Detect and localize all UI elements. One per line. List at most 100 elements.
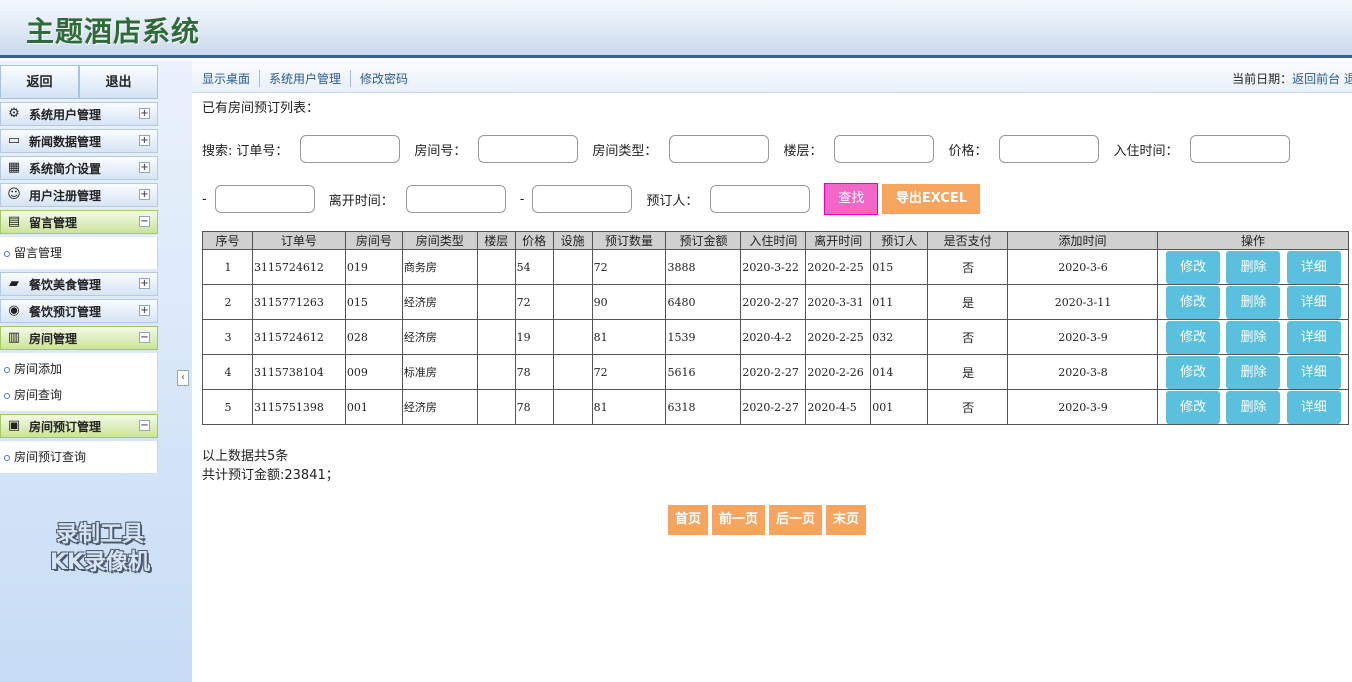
first-page-button[interactable]: 首页 (668, 505, 709, 535)
booker-label: 预订人： (646, 193, 699, 209)
checkin-end-input[interactable] (214, 185, 315, 213)
delete-button[interactable]: 删除 (1226, 250, 1281, 284)
room-type-input[interactable] (669, 135, 770, 163)
detail-button[interactable]: 详细 (1286, 285, 1341, 319)
nav-link-change-password[interactable]: 修改密码 (351, 70, 417, 87)
sidebar-menu-5[interactable]: ▰ 餐饮美食管理 + (0, 272, 158, 296)
table-cell: 015 (344, 284, 403, 320)
column-header: 预订金额 (665, 231, 742, 250)
sidebar-subitem[interactable]: 房间查询 (0, 382, 157, 408)
column-header: 预订人 (870, 231, 929, 250)
room-no-input[interactable] (478, 135, 579, 163)
back-button[interactable]: 返回 (0, 65, 79, 99)
table-cell: 4 (202, 354, 253, 390)
table-cell: 3115751398 (251, 389, 346, 425)
detail-button[interactable]: 详细 (1286, 250, 1341, 284)
collapse-icon[interactable]: − (139, 332, 150, 343)
logout-button[interactable]: 退出 (79, 65, 158, 99)
floor-input[interactable] (834, 135, 935, 163)
row-actions: 修改 删除 详细 (1156, 354, 1350, 390)
table-cell (476, 389, 516, 425)
table-cell: 2020-2-25 (805, 319, 872, 355)
collapse-icon[interactable]: − (139, 216, 150, 227)
expand-icon[interactable]: + (139, 189, 150, 200)
export-excel-button[interactable]: 导出EXCEL (882, 184, 981, 214)
edit-button[interactable]: 修改 (1166, 390, 1221, 424)
search-prefix-label: 搜索: (202, 143, 233, 159)
collapse-icon[interactable]: − (139, 420, 150, 431)
sidebar-menu-2[interactable]: ▦ 系统简介设置 + (0, 156, 158, 180)
edit-button[interactable]: 修改 (1166, 355, 1221, 389)
expand-icon[interactable]: + (139, 162, 150, 173)
sidebar-menu-6[interactable]: ◉ 餐饮预订管理 + (0, 299, 158, 323)
sidebar-menu-label: 用户注册管理 (29, 188, 102, 203)
sidebar-menu-4[interactable]: ▤ 留言管理 − (0, 210, 158, 234)
checkout-start-input[interactable] (405, 185, 506, 213)
price-input[interactable] (999, 135, 1100, 163)
find-button[interactable]: 查找 (824, 183, 879, 215)
search-row-2: - 离开时间： - 预订人： 查找 导出EXCEL (202, 183, 981, 215)
table-cell: 1539 (665, 319, 742, 355)
sidebar-menu-7[interactable]: ▥ 房间管理 − (0, 326, 158, 350)
app-title: 主题酒店系统 (26, 15, 201, 48)
sidebar-subitem[interactable]: 房间预订查询 (0, 444, 157, 470)
folder-icon: ▰ (9, 276, 19, 291)
sidebar-menu-8[interactable]: ▣ 房间预订管理 − (0, 414, 158, 438)
edit-button[interactable]: 修改 (1166, 285, 1221, 319)
collapse-sidebar-icon[interactable]: ‹ (177, 370, 189, 386)
expand-icon[interactable]: + (139, 278, 150, 289)
table-cell: 028 (344, 319, 403, 355)
delete-button[interactable]: 删除 (1226, 355, 1281, 389)
checkin-label: 入住时间： (1113, 143, 1179, 159)
prev-page-button[interactable]: 前一页 (712, 505, 766, 535)
nav-link-user-admin[interactable]: 系统用户管理 (260, 70, 352, 87)
booker-input[interactable] (710, 185, 811, 213)
sidebar-menu-0[interactable]: ⚙ 系统用户管理 + (0, 102, 158, 126)
column-header: 楼层 (476, 231, 516, 250)
edit-button[interactable]: 修改 (1166, 320, 1221, 354)
table-cell (552, 389, 593, 425)
list-title: 已有房间预订列表： (202, 101, 320, 116)
expand-icon[interactable]: + (139, 135, 150, 146)
table-cell: 2 (202, 284, 253, 320)
delete-button[interactable]: 删除 (1226, 390, 1281, 424)
table-cell: 5616 (665, 354, 742, 390)
table-cell (552, 319, 593, 355)
grid-icon: ▦ (7, 160, 21, 175)
sidebar-menu-3[interactable]: ☺ 用户注册管理 + (0, 183, 158, 207)
current-date: 当前日期：返回前台 退 (1232, 70, 1352, 87)
table-row: 5 3115751398 001 经济房 78 81 6318 2020-2-27 2020-4… (202, 389, 1350, 425)
table-cell (552, 249, 593, 285)
column-header: 序号 (202, 231, 253, 250)
nav-link-desktop[interactable]: 显示桌面 (202, 70, 261, 87)
sidebar-subitem[interactable]: 房间添加 (0, 356, 157, 382)
edit-button[interactable]: 修改 (1166, 250, 1221, 284)
table-cell (476, 354, 516, 390)
table-cell: 5 (202, 389, 253, 425)
table-cell: 2020-3-8 (1007, 354, 1158, 390)
order-no-input[interactable] (300, 135, 401, 163)
detail-button[interactable]: 详细 (1286, 390, 1341, 424)
table-row: 3 3115724612 028 经济房 19 81 1539 2020-4-2 2020-2-… (202, 319, 1350, 355)
delete-button[interactable]: 删除 (1226, 320, 1281, 354)
last-page-button[interactable]: 末页 (826, 505, 867, 535)
expand-icon[interactable]: + (139, 305, 150, 316)
monitor-icon: ▭ (7, 133, 21, 148)
detail-button[interactable]: 详细 (1286, 320, 1341, 354)
checkout-end-input[interactable] (532, 185, 633, 213)
table-cell: 81 (591, 389, 667, 425)
sidebar-menu-1[interactable]: ▭ 新闻数据管理 + (0, 129, 158, 153)
sidebar-submenu: 房间预订查询 (0, 441, 158, 473)
detail-button[interactable]: 详细 (1286, 355, 1341, 389)
delete-button[interactable]: 删除 (1226, 285, 1281, 319)
next-page-button[interactable]: 后一页 (769, 505, 823, 535)
checkin-start-input[interactable] (1190, 135, 1291, 163)
table-cell: 是 (927, 354, 1009, 390)
back-to-front-link[interactable]: 返回前台 退 (1292, 72, 1352, 86)
expand-icon[interactable]: + (139, 108, 150, 119)
sidebar-subitem[interactable]: 留言管理 (0, 240, 157, 266)
table-cell: 014 (870, 354, 929, 390)
row-actions: 修改 删除 详细 (1156, 284, 1350, 320)
row-actions: 修改 删除 详细 (1156, 249, 1350, 285)
table-cell: 2020-4-2 (740, 319, 807, 355)
